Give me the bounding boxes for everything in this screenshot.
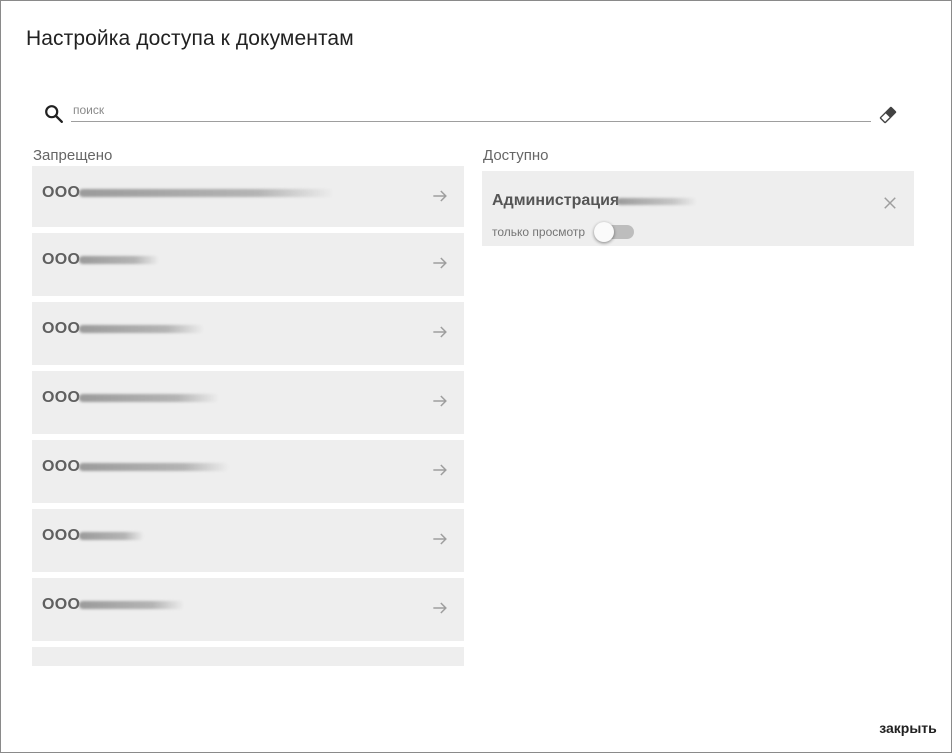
redacted-text (79, 189, 334, 197)
arrow-right-icon[interactable] (430, 186, 450, 206)
item-name: ООО (42, 527, 81, 544)
allowed-list-item: Администрация только просмотр (482, 171, 914, 246)
redacted-text (79, 601, 184, 609)
close-button[interactable]: закрыть (873, 715, 943, 741)
item-name: Администрация (492, 192, 620, 209)
redacted-text (617, 198, 697, 205)
allowed-column-label: Доступно (483, 147, 549, 164)
dialog-title: Настройка доступа к документам (26, 27, 354, 50)
forbidden-column-label: Запрещено (33, 147, 113, 164)
item-name: ООО (42, 389, 81, 406)
redacted-text (79, 463, 229, 471)
item-name: ООО (42, 184, 81, 201)
forbidden-list-item[interactable]: ООО (32, 509, 464, 572)
search-input[interactable] (71, 101, 871, 122)
search-icon (45, 105, 63, 123)
forbidden-list-item[interactable]: ООО (32, 166, 464, 227)
redacted-text (79, 256, 159, 264)
item-name: ООО (42, 251, 81, 268)
arrow-right-icon[interactable] (430, 322, 450, 342)
forbidden-list-item[interactable]: ООО (32, 371, 464, 434)
forbidden-list-item[interactable] (32, 647, 464, 666)
item-name: ООО (42, 596, 81, 613)
arrow-right-icon[interactable] (430, 598, 450, 618)
arrow-right-icon[interactable] (430, 529, 450, 549)
forbidden-list-item[interactable]: ООО (32, 233, 464, 296)
toggle-knob (594, 222, 614, 242)
view-only-label: только просмотр (492, 225, 586, 239)
forbidden-list-item[interactable]: ООО (32, 578, 464, 641)
forbidden-list-item[interactable]: ООО (32, 302, 464, 365)
view-only-toggle[interactable] (594, 222, 634, 242)
redacted-text (79, 532, 144, 540)
item-name: ООО (42, 320, 81, 337)
forbidden-list: ООО ООО ООО ООО ООО ООО ООО (32, 166, 464, 666)
arrow-right-icon[interactable] (430, 391, 450, 411)
arrow-right-icon[interactable] (430, 253, 450, 273)
forbidden-list-item[interactable]: ООО (32, 440, 464, 503)
item-name: ООО (42, 458, 81, 475)
redacted-text (79, 325, 204, 333)
arrow-right-icon[interactable] (430, 460, 450, 480)
close-icon[interactable] (881, 194, 899, 212)
redacted-text (79, 394, 219, 402)
eraser-icon[interactable] (877, 104, 899, 126)
access-settings-dialog: Настройка доступа к документам Запрещено… (0, 0, 952, 753)
